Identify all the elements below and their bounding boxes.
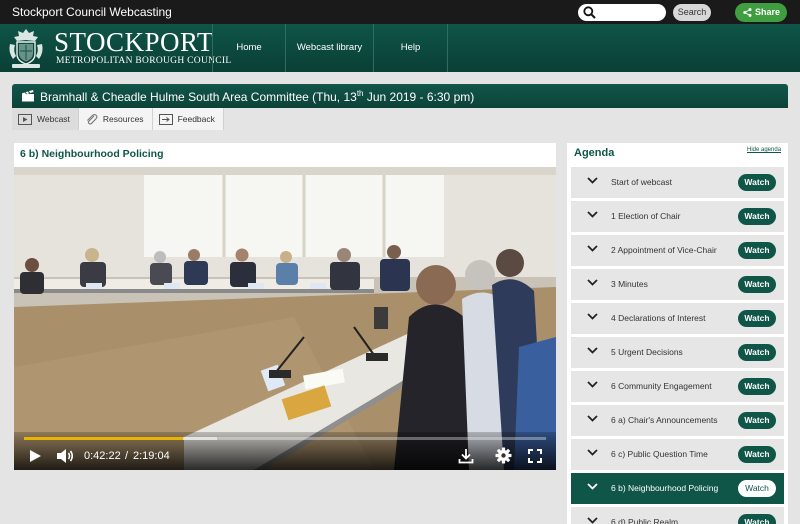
logo-subtitle: METROPOLITAN BOROUGH COUNCIL xyxy=(56,56,232,66)
chevron-down-icon[interactable] xyxy=(587,245,598,252)
share-label: Share xyxy=(755,7,781,17)
chevron-down-icon[interactable] xyxy=(587,211,598,218)
watch-button[interactable]: Watch xyxy=(738,276,776,293)
watch-button[interactable]: Watch xyxy=(738,480,776,497)
agenda-item[interactable]: 3 Minutes Watch xyxy=(571,269,784,300)
agenda-item[interactable]: 6 c) Public Question Time Watch xyxy=(571,439,784,470)
player-controls: 0:42:22 / 2:19:04 xyxy=(14,432,556,470)
nav-help[interactable]: Help xyxy=(374,24,448,72)
agenda-item[interactable]: 1 Election of Chair Watch xyxy=(571,201,784,232)
watch-button[interactable]: Watch xyxy=(738,344,776,361)
agenda-item-label: 6 a) Chair's Announcements xyxy=(611,415,718,425)
chevron-down-icon[interactable] xyxy=(587,177,598,184)
view-tabs: Webcast Resources Feedback xyxy=(12,108,224,130)
tab-feedback[interactable]: Feedback xyxy=(152,108,224,130)
search-icon xyxy=(583,6,596,19)
nav-webcast-library[interactable]: Webcast library xyxy=(286,24,374,72)
chevron-down-icon[interactable] xyxy=(587,279,598,286)
progress-bar xyxy=(24,437,184,440)
video-heading: 6 b) Neighbourhood Policing xyxy=(20,148,164,160)
chevron-down-icon[interactable] xyxy=(587,347,598,354)
watch-button[interactable]: Watch xyxy=(738,242,776,259)
tab-resources-label: Resources xyxy=(102,114,144,124)
video-panel: 6 b) Neighbourhood Policing 0:42:22 / 2:… xyxy=(14,143,556,470)
agenda-list: Start of webcast Watch 1 Election of Chair… xyxy=(571,167,784,524)
agenda-item[interactable]: 4 Declarations of Interest Watch xyxy=(571,303,784,334)
meeting-video-frame xyxy=(14,167,556,470)
meeting-title-main: Bramhall & Cheadle Hulme South Area Comm… xyxy=(40,90,357,104)
agenda-item[interactable]: 5 Urgent Decisions Watch xyxy=(571,337,784,368)
watch-button[interactable]: Watch xyxy=(738,446,776,463)
agenda-item-label: Start of webcast xyxy=(611,177,672,187)
agenda-item[interactable]: 6 b) Neighbourhood Policing Watch xyxy=(571,473,784,504)
video-player[interactable]: 0:42:22 / 2:19:04 xyxy=(14,167,556,470)
tab-feedback-label: Feedback xyxy=(177,114,215,124)
watch-button[interactable]: Watch xyxy=(738,208,776,225)
agenda-item-label: 3 Minutes xyxy=(611,279,648,289)
time-separator: / xyxy=(125,450,129,462)
agenda-item[interactable]: 6 a) Chair's Announcements Watch xyxy=(571,405,784,436)
search-input[interactable] xyxy=(598,5,662,20)
chevron-down-icon[interactable] xyxy=(587,313,598,320)
total-time: 2:19:04 xyxy=(133,450,170,462)
current-time: 0:42:22 xyxy=(84,450,121,462)
agenda-item-label: 5 Urgent Decisions xyxy=(611,347,683,357)
meeting-title-sup: th xyxy=(356,89,364,98)
search-box[interactable] xyxy=(578,4,666,21)
watch-button[interactable]: Watch xyxy=(738,378,776,395)
meeting-title: Bramhall & Cheadle Hulme South Area Comm… xyxy=(40,89,474,104)
agenda-item-label: 2 Appointment of Vice-Chair xyxy=(611,245,717,255)
tab-webcast[interactable]: Webcast xyxy=(12,108,79,130)
chevron-down-icon[interactable] xyxy=(587,517,598,524)
tab-resources[interactable]: Resources xyxy=(78,108,153,130)
tab-webcast-label: Webcast xyxy=(37,114,70,124)
agenda-item-label: 1 Election of Chair xyxy=(611,211,681,221)
paperclip-icon xyxy=(86,113,98,125)
main-nav: Home Webcast library Help xyxy=(212,24,448,72)
play-icon[interactable] xyxy=(28,449,42,463)
agenda-panel: Agenda Hide agenda Start of webcast Watch… xyxy=(567,143,788,524)
agenda-item[interactable]: 6 Community Engagement Watch xyxy=(571,371,784,402)
agenda-item[interactable]: Start of webcast Watch xyxy=(571,167,784,198)
search-button[interactable]: Search xyxy=(673,4,711,21)
site-title: Stockport Council Webcasting xyxy=(12,5,172,19)
chevron-down-icon[interactable] xyxy=(587,381,598,388)
watch-button[interactable]: Watch xyxy=(738,514,776,524)
watch-button[interactable]: Watch xyxy=(738,310,776,327)
clapperboard-icon xyxy=(22,90,34,102)
hide-agenda-link[interactable]: Hide agenda xyxy=(747,147,781,153)
logo-title: STOCKPORT xyxy=(54,27,214,57)
nav-home[interactable]: Home xyxy=(213,24,286,72)
agenda-item-label: 4 Declarations of Interest xyxy=(611,313,706,323)
settings-gear-icon[interactable] xyxy=(495,447,512,464)
chevron-down-icon[interactable] xyxy=(587,483,598,490)
seek-bar[interactable] xyxy=(24,437,546,440)
watch-button[interactable]: Watch xyxy=(738,412,776,429)
webcast-icon xyxy=(18,113,32,125)
meeting-title-end: Jun 2019 - 6:30 pm) xyxy=(363,90,475,104)
chevron-down-icon[interactable] xyxy=(587,415,598,422)
agenda-item[interactable]: 6 d) Public Realm Watch xyxy=(571,507,784,524)
download-icon[interactable] xyxy=(458,448,474,464)
chevron-down-icon[interactable] xyxy=(587,449,598,456)
agenda-item[interactable]: 2 Appointment of Vice-Chair Watch xyxy=(571,235,784,266)
agenda-item-label: 6 c) Public Question Time xyxy=(611,449,708,459)
agenda-heading: Agenda xyxy=(574,147,615,159)
volume-icon[interactable] xyxy=(56,448,74,464)
agenda-item-label: 6 b) Neighbourhood Policing xyxy=(611,483,719,493)
top-bar: Stockport Council Webcasting Search Shar… xyxy=(0,0,800,24)
watch-button[interactable]: Watch xyxy=(738,174,776,191)
meeting-title-bar: Bramhall & Cheadle Hulme South Area Comm… xyxy=(12,84,788,108)
agenda-item-label: 6 d) Public Realm xyxy=(611,517,679,524)
fullscreen-icon[interactable] xyxy=(528,449,542,463)
share-icon xyxy=(743,8,752,17)
agenda-item-label: 6 Community Engagement xyxy=(611,381,712,391)
site-header: STOCKPORT METROPOLITAN BOROUGH COUNCIL H… xyxy=(0,24,800,72)
council-crest-icon xyxy=(9,29,43,68)
share-button[interactable]: Share xyxy=(735,3,787,22)
feedback-icon xyxy=(158,113,173,125)
